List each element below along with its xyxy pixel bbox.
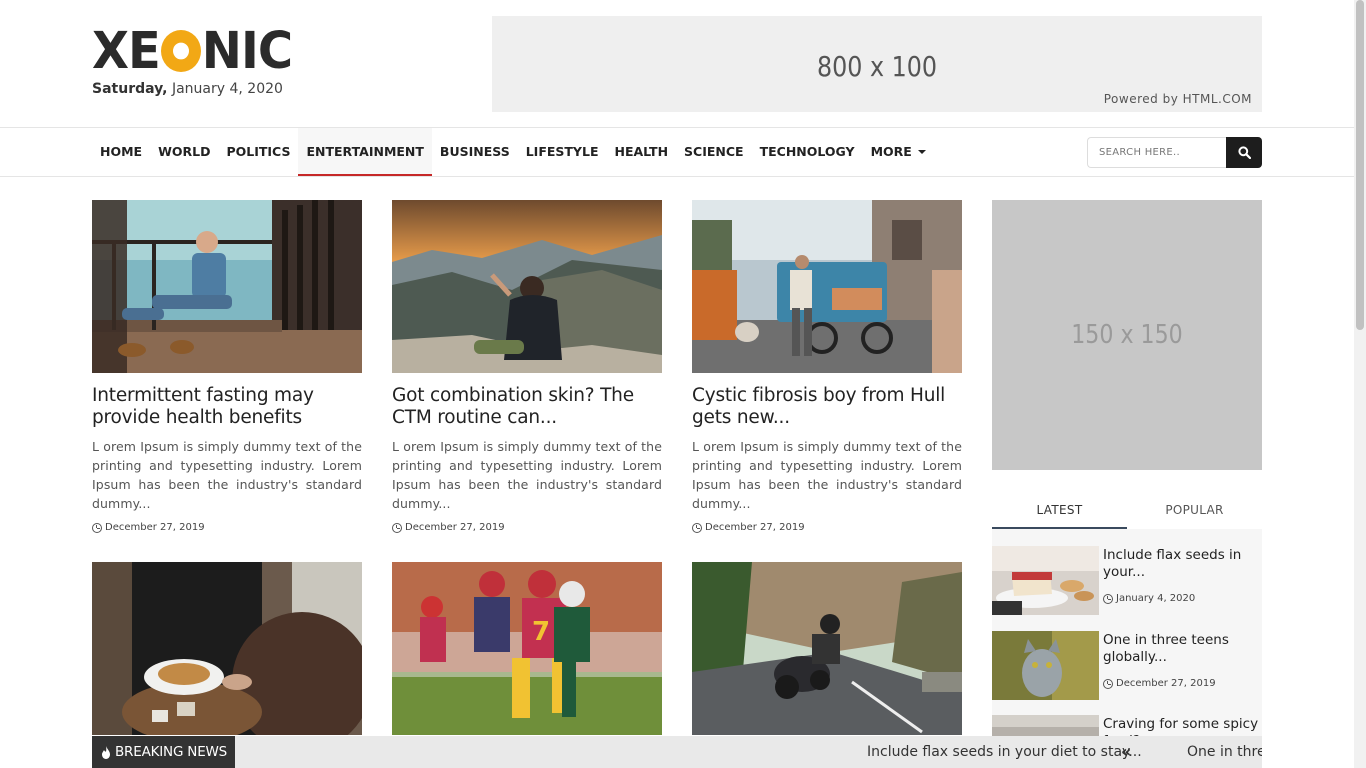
article-date: December 27, 2019 bbox=[705, 522, 805, 533]
nav-item-more[interactable]: MORE bbox=[863, 128, 934, 176]
article-excerpt: L orem Ipsum is simply dummy text of the… bbox=[692, 439, 962, 511]
article-date: December 27, 2019 bbox=[405, 522, 505, 533]
clock-icon bbox=[92, 522, 102, 533]
nav-menu: HOME WORLD POLITICS ENTERTAINMENT BUSINE… bbox=[92, 128, 934, 176]
sidebar-ad[interactable]: 150 x 150 bbox=[992, 200, 1262, 470]
clock-icon bbox=[692, 522, 702, 533]
tab-latest[interactable]: LATEST bbox=[992, 494, 1127, 529]
article-date: December 27, 2019 bbox=[105, 522, 205, 533]
article-card: Got combination skin? The CTM routine ca… bbox=[392, 200, 662, 533]
nav-item-business[interactable]: BUSINESS bbox=[432, 128, 518, 176]
article-image[interactable] bbox=[92, 562, 362, 735]
latest-popular-widget: LATEST POPULAR Include flax seeds in you… bbox=[992, 494, 1262, 768]
list-item-meta: January 4, 2020 bbox=[1103, 593, 1195, 604]
article-excerpt: L orem Ipsum is simply dummy text of the… bbox=[92, 439, 362, 511]
scrollbar-thumb[interactable] bbox=[1356, 0, 1364, 330]
page-scrollbar[interactable] bbox=[1354, 0, 1366, 768]
article-meta: December 27, 2019 bbox=[692, 522, 962, 533]
nav-item-technology[interactable]: TECHNOLOGY bbox=[752, 128, 863, 176]
list-item-image[interactable] bbox=[992, 631, 1099, 700]
ad-banner-size: 800 x 100 bbox=[816, 50, 938, 83]
article-card: Cystic fibrosis boy from Hull gets new..… bbox=[692, 200, 962, 533]
breaking-news-bar: BREAKING NEWS Include flax seeds in your… bbox=[92, 736, 1262, 768]
article-card bbox=[692, 562, 962, 735]
nav-item-health[interactable]: HEALTH bbox=[606, 128, 676, 176]
clock-icon bbox=[1103, 593, 1113, 604]
search-form bbox=[1087, 137, 1262, 168]
breaking-news-label: BREAKING NEWS bbox=[92, 736, 235, 768]
list-item-date: December 27, 2019 bbox=[1116, 678, 1216, 689]
list-item-date: January 4, 2020 bbox=[1116, 593, 1196, 604]
article-image[interactable] bbox=[692, 562, 962, 735]
article-meta: December 27, 2019 bbox=[392, 522, 662, 533]
breaking-news-item[interactable]: Include flax seeds in your diet to stay.… bbox=[867, 736, 1142, 768]
sidebar-ad-size: 150 x 150 bbox=[1071, 320, 1183, 350]
breaking-news-item[interactable]: One in three teens globally... bbox=[1187, 736, 1262, 768]
article-excerpt: L orem Ipsum is simply dummy text of the… bbox=[392, 439, 662, 511]
ad-powered-by: Powered by HTML.COM bbox=[1103, 92, 1252, 106]
article-title[interactable]: Got combination skin? The CTM routine ca… bbox=[392, 385, 662, 429]
article-image[interactable] bbox=[92, 200, 362, 373]
site-logo[interactable]: XE NIC bbox=[92, 26, 293, 76]
logo-o-mark bbox=[160, 30, 201, 72]
double-chevron-left-icon: « bbox=[1121, 742, 1132, 761]
article-image[interactable] bbox=[692, 200, 962, 373]
nav-item-science[interactable]: SCIENCE bbox=[676, 128, 752, 176]
tab-popular[interactable]: POPULAR bbox=[1127, 494, 1262, 529]
list-item: Include flax seeds in your... January 4,… bbox=[992, 546, 1262, 616]
logo-text-left: XE bbox=[92, 21, 161, 81]
caret-down-icon bbox=[917, 149, 926, 154]
nav-item-entertainment[interactable]: ENTERTAINMENT bbox=[298, 128, 432, 176]
breaking-news-text: BREAKING NEWS bbox=[115, 744, 228, 760]
nav-item-lifestyle[interactable]: LIFESTYLE bbox=[518, 128, 607, 176]
article-meta: December 27, 2019 bbox=[92, 522, 362, 533]
search-input[interactable] bbox=[1087, 137, 1226, 168]
svg-text:7: 7 bbox=[532, 617, 550, 647]
fire-icon bbox=[102, 745, 110, 759]
article-card: Intermittent fasting may provide health … bbox=[92, 200, 362, 533]
list-item-image[interactable] bbox=[992, 546, 1099, 615]
date-day: Saturday, bbox=[92, 81, 168, 97]
nav-more-label: MORE bbox=[870, 144, 912, 159]
main-navigation: HOME WORLD POLITICS ENTERTAINMENT BUSINE… bbox=[0, 127, 1354, 177]
widget-tabs: LATEST POPULAR bbox=[992, 494, 1262, 529]
logo-text-right: NIC bbox=[201, 21, 293, 81]
clock-icon bbox=[392, 522, 402, 533]
list-item-meta: December 27, 2019 bbox=[1103, 678, 1216, 689]
search-icon bbox=[1237, 146, 1251, 159]
article-image[interactable] bbox=[392, 200, 662, 373]
list-item-title[interactable]: One in three teens globally... bbox=[1103, 632, 1259, 666]
list-item: One in three teens globally... December … bbox=[992, 631, 1262, 701]
clock-icon bbox=[1103, 678, 1113, 689]
date-rest: January 4, 2020 bbox=[167, 81, 283, 97]
article-image[interactable]: 7 bbox=[392, 562, 662, 735]
site-header: XE NIC Saturday, January 4, 2020 800 x 10… bbox=[0, 0, 1354, 128]
article-card: 7 bbox=[392, 562, 662, 735]
list-item-title[interactable]: Include flax seeds in your... bbox=[1103, 547, 1259, 581]
search-button[interactable] bbox=[1226, 137, 1262, 168]
nav-item-home[interactable]: HOME bbox=[92, 128, 150, 176]
nav-item-world[interactable]: WORLD bbox=[150, 128, 218, 176]
article-card bbox=[92, 562, 362, 735]
nav-item-politics[interactable]: POLITICS bbox=[218, 128, 298, 176]
article-title[interactable]: Cystic fibrosis boy from Hull gets new..… bbox=[692, 385, 962, 429]
header-ad-banner[interactable]: 800 x 100 Powered by HTML.COM bbox=[492, 16, 1262, 112]
current-date: Saturday, January 4, 2020 bbox=[92, 81, 283, 97]
article-title[interactable]: Intermittent fasting may provide health … bbox=[92, 385, 362, 429]
